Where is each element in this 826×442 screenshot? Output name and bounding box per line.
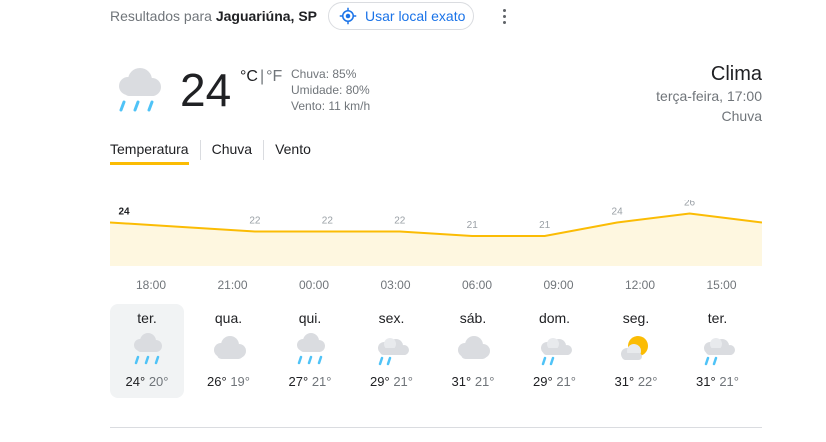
forecast-day-name: sex. [378,310,405,326]
use-exact-location-button[interactable]: Usar local exato [328,2,474,30]
forecast-low: 21° [311,374,332,389]
forecast-day[interactable]: ter. 31° 21° [681,304,755,398]
forecast-day[interactable]: ter. 24° 20° [110,304,184,398]
forecast-temps: 24° 20° [110,374,184,389]
scattered-showers-icon [698,332,738,366]
forecast-low: 21° [393,374,413,389]
forecast-temps: 29° 21° [518,374,592,389]
forecast-day[interactable]: qui. 27° 21° [273,304,347,398]
cloud-icon [453,332,493,366]
forecast-low: 21° [474,374,495,389]
cloud-icon [209,332,249,366]
time-label: 12:00 [624,278,656,292]
time-label: 21:00 [217,278,248,292]
location-target-icon [339,7,357,25]
scattered-showers-icon [372,332,412,366]
forecast-temps: 31° 21° [681,374,755,389]
current-temperature: 24 [180,64,232,116]
unit-toggle: °C | °F [240,68,282,86]
time-label: 09:00 [543,278,574,292]
forecast-day-name: qui. [298,310,322,326]
forecast-day[interactable]: qua. 26° 19° [192,304,266,398]
forecast-day-name: sáb. [459,310,487,326]
more-options-icon[interactable] [498,6,510,26]
temperature-chart: 24 22 22 22 21 21 24 26 [110,200,762,266]
unit-celsius[interactable]: °C [240,68,258,85]
time-label: 15:00 [706,278,737,292]
active-tab-indicator [110,162,189,165]
forecast-temps: 26° 19° [192,374,266,389]
forecast-high: 26° [207,374,227,389]
tab-vento[interactable]: Vento [263,140,322,160]
forecast-temps: 31° 22° [599,374,673,389]
bottom-divider [110,427,762,428]
forecast-low: 22° [637,374,658,389]
forecast-temps: 29° 21° [355,374,429,389]
forecast-temps: 27° 21° [273,374,347,389]
forecast-temps: 31° 21° [436,374,510,389]
weather-summary: Clima terça-feira, 17:00 Chuva [656,62,762,126]
time-label: 06:00 [461,278,493,292]
precipitation-text: Chuva: 85% [291,67,357,81]
forecast-day-name: qua. [214,310,243,326]
tab-temperatura[interactable]: Temperatura [110,140,200,160]
results-prefix: Resultados para [110,8,212,24]
rain-cloud-icon [290,332,330,366]
time-label: 18:00 [135,278,167,292]
forecast-day[interactable]: seg. 31° 22° [599,304,673,398]
temperature-data-label: 24 [612,207,624,218]
humidity-text: Umidade: 80% [291,83,370,97]
partly-cloudy-icon [616,332,656,366]
forecast-day-name: seg. [622,310,650,326]
forecast-low: 20° [148,374,169,389]
forecast-high: 29° [533,374,553,389]
temperature-area [110,213,762,266]
scattered-showers-icon [535,332,575,366]
forecast-day[interactable]: sex. 29° 21° [355,304,429,398]
weather-datetime: terça-feira, 17:00 [656,88,762,104]
forecast-high: 24° [125,374,146,389]
unit-fahrenheit[interactable]: °F [266,68,282,85]
rain-cloud-icon [119,68,161,112]
temperature-data-label: 21 [467,220,479,231]
forecast-day-name: dom. [538,310,571,326]
use-exact-location-label: Usar local exato [365,8,466,24]
temperature-data-label: 22 [322,216,334,227]
forecast-high: 27° [288,374,309,389]
forecast-day[interactable]: dom. 29° 21° [518,304,592,398]
unit-separator: | [259,68,265,85]
forecast-high: 29° [370,374,390,389]
forecast-day[interactable]: sáb. 31° 21° [436,304,510,398]
weather-details: Chuva: 85% Umidade: 80% Vento: 11 km/h [291,66,370,114]
forecast-high: 31° [451,374,472,389]
temperature-data-label: 22 [249,216,261,227]
forecast-low: 21° [556,374,576,389]
forecast-day-name: ter. [137,310,157,326]
forecast-low: 21° [719,374,739,389]
weather-title: Clima [710,63,762,85]
temperature-data-label: 26 [684,200,696,209]
forecast-high: 31° [614,374,635,389]
weather-condition: Chuva [721,108,762,124]
chart-tabs: Temperatura Chuva Vento [110,140,322,160]
time-label: 03:00 [380,278,411,292]
forecast-low: 19° [230,374,250,389]
temperature-data-label: 24 [118,207,130,218]
time-label: 00:00 [298,278,330,292]
wind-text: Vento: 11 km/h [291,99,371,113]
tab-chuva[interactable]: Chuva [199,140,263,160]
forecast-high: 31° [696,374,716,389]
temperature-data-label: 21 [539,220,551,231]
forecast-day-name: ter. [707,310,728,326]
rain-cloud-icon [127,332,167,366]
results-header: Resultados para Jaguariúna, SP [110,8,317,24]
location-name[interactable]: Jaguariúna, SP [216,8,317,24]
temperature-data-label: 22 [394,216,406,227]
